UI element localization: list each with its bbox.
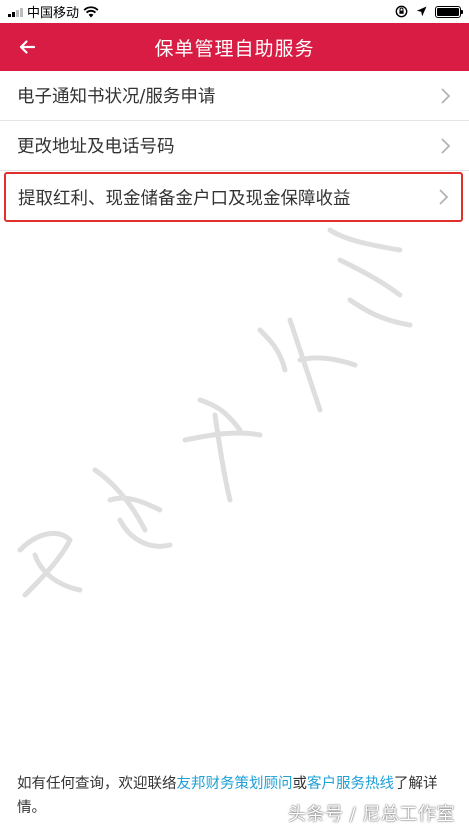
menu-item-label: 电子通知书状况/服务申请 (17, 87, 216, 107)
toutiao-watermark: 头条号 / 尼总工作室 (287, 804, 455, 825)
menu-item-label: 更改地址及电话号码 (17, 137, 175, 157)
status-bar: 中国移动 (0, 0, 469, 23)
advisor-link[interactable]: 友邦财务策划顾问 (177, 776, 293, 792)
back-arrow-icon (19, 40, 36, 54)
chevron-right-icon (441, 87, 451, 104)
nav-bar: 保单管理自助服务 (0, 23, 469, 71)
menu-item-e-notice[interactable]: 电子通知书状况/服务申请 (0, 71, 469, 121)
signal-icon (8, 7, 23, 17)
footer-text: 或 (292, 776, 308, 792)
wifi-icon (83, 5, 99, 17)
menu-item-withdraw-dividends[interactable]: 提取红利、现金储备金户口及现金保障收益 (4, 172, 463, 222)
hotline-link[interactable]: 客户服务热线 (307, 776, 394, 792)
menu-item-label: 提取红利、现金储备金户口及现金保障收益 (18, 188, 351, 209)
handwritten-watermark (17, 227, 413, 598)
menu-list: 电子通知书状况/服务申请 更改地址及电话号码 提取红利、现金储备金户口及现金保障… (0, 71, 469, 222)
orientation-lock-icon (395, 5, 408, 18)
footer-text: 如有任何查询，欢迎联络 (17, 776, 177, 792)
menu-item-change-address[interactable]: 更改地址及电话号码 (0, 121, 469, 171)
chevron-right-icon (441, 137, 451, 154)
location-icon (416, 6, 427, 17)
chevron-right-icon (439, 189, 449, 205)
page-title: 保单管理自助服务 (154, 37, 315, 60)
status-left: 中国移动 (8, 2, 99, 21)
carrier-name: 中国移动 (27, 6, 80, 21)
battery-icon (435, 5, 463, 18)
status-right (395, 5, 463, 18)
back-button[interactable] (12, 33, 42, 61)
